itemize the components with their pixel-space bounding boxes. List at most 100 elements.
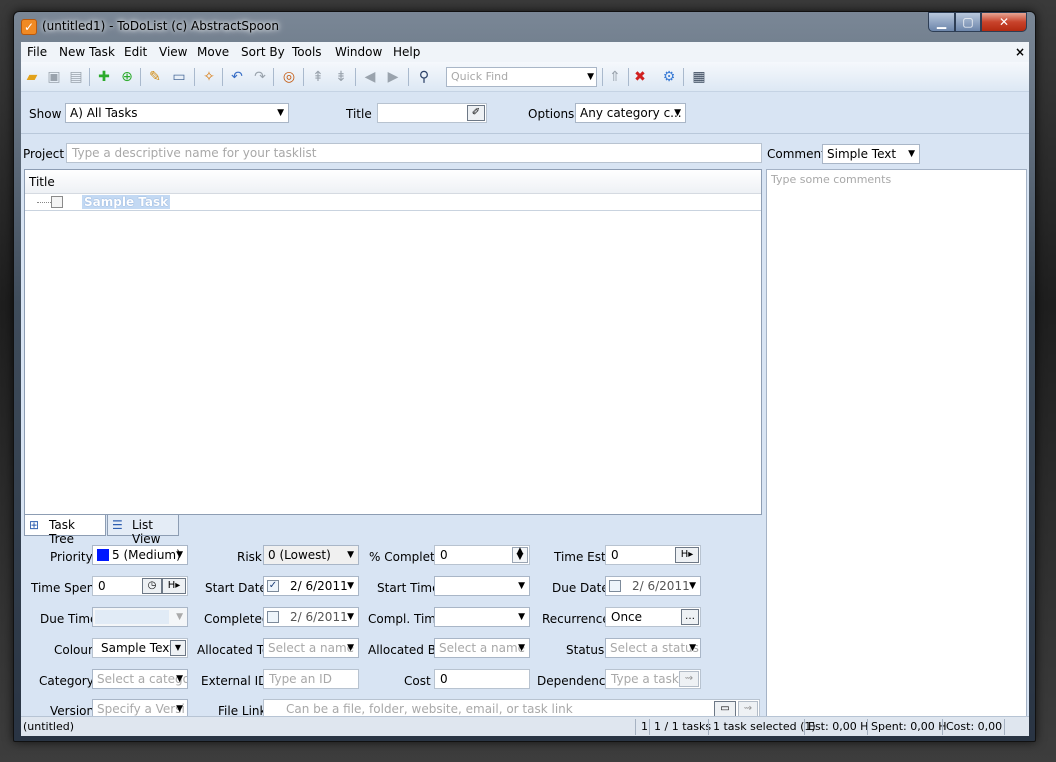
menu-new-task[interactable]: New Task — [59, 45, 115, 59]
chevron-down-icon[interactable]: ▼ — [347, 578, 354, 594]
task-title[interactable]: Sample Task — [82, 195, 171, 209]
link-icon[interactable]: ⇝ — [679, 671, 699, 687]
chevron-down-icon[interactable]: ▼ — [674, 105, 681, 121]
percent-complete-input[interactable]: 0 ▲ ▼ — [434, 545, 530, 565]
quick-find-combo[interactable]: Quick Find ▼ — [446, 67, 597, 87]
tag-icon[interactable]: ✐ — [467, 105, 485, 121]
chevron-down-icon[interactable]: ▼ — [518, 640, 525, 656]
link-icon[interactable]: ⇝ — [738, 701, 758, 717]
maximize-button[interactable]: ▢ — [955, 12, 981, 32]
start-date-picker[interactable]: ✓ 2/ 6/2011 ▼ — [263, 576, 359, 596]
chevron-down-icon[interactable]: ▼ — [176, 671, 183, 687]
add-task-icon[interactable]: ✚ — [94, 67, 114, 87]
redo-icon[interactable]: ↷ — [250, 67, 270, 87]
external-id-input[interactable]: Type an ID — [263, 669, 359, 689]
menu-sort-by[interactable]: Sort By — [241, 45, 285, 59]
cleanup-icon[interactable]: ✧ — [199, 67, 219, 87]
tab-list-view[interactable]: ☰ List View — [107, 515, 179, 546]
tree-icon: ⊞ — [29, 518, 40, 532]
save-icon[interactable]: ▣ — [44, 67, 64, 87]
delete-icon[interactable]: ✖ — [630, 67, 650, 87]
move-down-icon[interactable]: ⇟ — [331, 67, 351, 87]
time-units-button[interactable]: H▸ — [162, 578, 186, 594]
compl-time-combo[interactable]: ▼ — [434, 607, 530, 627]
menu-window[interactable]: Window — [335, 45, 382, 59]
timer-icon[interactable]: ◷ — [142, 578, 162, 594]
menu-tools[interactable]: Tools — [292, 45, 322, 59]
colour-picker[interactable]: Sample Text ▼ — [92, 638, 188, 658]
move-up-icon[interactable]: ⇞ — [308, 67, 328, 87]
chevron-down-icon[interactable]: ▼ — [347, 640, 354, 656]
edit-icon[interactable]: ✎ — [145, 67, 165, 87]
chevron-down-icon[interactable]: ▼ — [277, 105, 284, 121]
chevron-down-icon[interactable]: ▼ — [689, 640, 696, 656]
close-icon[interactable]: × — [1015, 45, 1025, 59]
task-checkbox[interactable] — [51, 196, 63, 208]
properties-icon[interactable]: ▭ — [169, 67, 189, 87]
title-filter-input[interactable]: ✐ — [377, 103, 487, 123]
due-date-picker[interactable]: 2/ 6/2011 ▼ — [605, 576, 701, 596]
table-row[interactable]: Sample Task — [25, 194, 761, 211]
center-icon[interactable]: ◎ — [279, 67, 299, 87]
risk-combo[interactable]: 0 (Lowest) ▼ — [263, 545, 359, 565]
cost-input[interactable]: 0 — [434, 669, 530, 689]
start-date-checkbox[interactable]: ✓ — [267, 580, 279, 592]
chevron-down-icon[interactable]: ▼ — [689, 578, 696, 594]
open-folder-icon[interactable]: ▰ — [22, 67, 42, 87]
chevron-down-icon[interactable]: ▼ — [176, 609, 183, 625]
comments-type-combo[interactable]: Simple Text ▼ — [822, 144, 920, 164]
menu-move[interactable]: Move — [197, 45, 229, 59]
add-subtask-icon[interactable]: ⊕ — [117, 67, 137, 87]
forward-icon[interactable]: ▶ — [383, 67, 403, 87]
allocated-by-combo[interactable]: Select a name ▼ — [434, 638, 530, 658]
completed-checkbox[interactable] — [267, 611, 279, 623]
chevron-down-icon[interactable]: ▼ — [518, 609, 525, 625]
status-combo[interactable]: Select a status ▼ — [605, 638, 701, 658]
menu-edit[interactable]: Edit — [124, 45, 147, 59]
task-tree[interactable]: Title Sample Task — [24, 169, 762, 515]
save-all-icon[interactable]: ▤ — [66, 67, 86, 87]
menu-file[interactable]: File — [27, 45, 47, 59]
browse-folder-icon[interactable]: ▭ — [714, 701, 736, 717]
minimize-button[interactable]: ▁ — [928, 12, 955, 32]
back-icon[interactable]: ◀ — [360, 67, 380, 87]
chevron-down-icon[interactable]: ▼ — [347, 547, 354, 563]
dependency-input[interactable]: Type a task ID ⇝ — [605, 669, 701, 689]
column-header-title[interactable]: Title — [25, 170, 761, 194]
due-time-combo[interactable]: ▼ — [92, 607, 188, 627]
find-icon[interactable]: ⚲ — [414, 67, 434, 87]
title-bar[interactable]: ✓ (untitled1) - ToDoList (c) AbstractSpo… — [14, 12, 1035, 42]
close-button[interactable]: ✕ — [981, 12, 1027, 32]
show-filter-combo[interactable]: A) All Tasks ▼ — [65, 103, 289, 123]
chevron-down-icon[interactable]: ▼ — [587, 68, 594, 86]
comments-textarea[interactable]: Type some comments — [766, 169, 1027, 721]
start-time-combo[interactable]: ▼ — [434, 576, 530, 596]
preferences-icon[interactable]: ⚙ — [659, 67, 679, 87]
menu-help[interactable]: Help — [393, 45, 420, 59]
spinner-icon[interactable]: ▲ ▼ — [512, 547, 528, 563]
chevron-down-icon[interactable]: ▼ — [518, 578, 525, 594]
due-date-checkbox[interactable] — [609, 580, 621, 592]
undo-icon[interactable]: ↶ — [227, 67, 247, 87]
time-est-input[interactable]: 0 H▸ — [605, 545, 701, 565]
recurrence-options-button[interactable]: … — [681, 609, 699, 625]
time-spent-input[interactable]: 0 ◷ H▸ — [92, 576, 188, 596]
category-combo[interactable]: Select a catego ▼ — [92, 669, 188, 689]
chevron-down-icon[interactable]: ▼ — [347, 609, 354, 625]
chevron-down-icon[interactable]: ▼ — [176, 701, 183, 717]
goto-parent-icon[interactable]: ⇑ — [605, 67, 625, 87]
recurrence-field[interactable]: Once … — [605, 607, 701, 627]
menu-view[interactable]: View — [159, 45, 187, 59]
time-units-button[interactable]: H▸ — [675, 547, 699, 563]
chevron-down-icon[interactable]: ▼ — [176, 547, 183, 563]
allocated-to-combo[interactable]: Select a name ▼ — [263, 638, 359, 658]
check-icon[interactable]: ✓ — [21, 19, 37, 35]
calendar-icon[interactable]: ▦ — [689, 67, 709, 87]
options-combo[interactable]: Any category c... ▼ — [575, 103, 686, 123]
completed-date-picker[interactable]: 2/ 6/2011 ▼ — [263, 607, 359, 627]
chevron-down-icon[interactable]: ▼ — [170, 640, 186, 656]
priority-combo[interactable]: 5 (Medium) ▼ — [92, 545, 188, 565]
project-name-input[interactable]: Type a descriptive name for your tasklis… — [66, 143, 762, 163]
chevron-down-icon[interactable]: ▼ — [908, 146, 915, 162]
tab-task-tree[interactable]: ⊞ Task Tree — [24, 515, 106, 546]
